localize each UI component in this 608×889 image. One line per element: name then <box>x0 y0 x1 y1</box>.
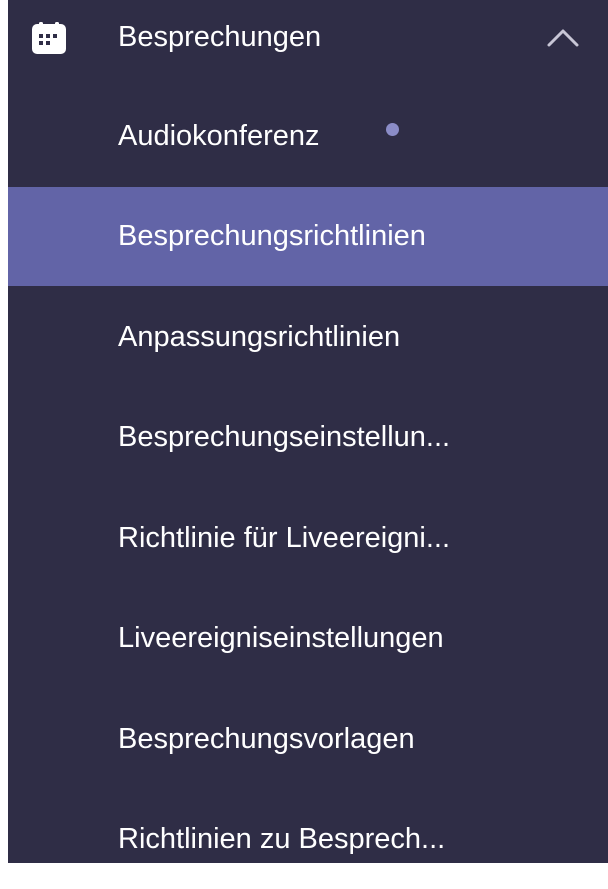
section-header-meetings[interactable]: Besprechungen <box>8 0 608 78</box>
chevron-up-icon[interactable] <box>546 26 580 48</box>
section-label: Besprechungen <box>118 21 322 53</box>
nav-item-label: Besprechungsvorlagen <box>118 723 415 755</box>
nav-item-label: Liveereigniseinstellungen <box>118 622 444 654</box>
nav-item-label: Richtlinie für Liveereigni... <box>118 522 451 554</box>
nav-item-meeting-template-policies[interactable]: Richtlinien zu Besprech... <box>8 790 608 889</box>
nav-item-label: Besprechungsrichtlinien <box>118 220 426 252</box>
nav-item-live-event-settings[interactable]: Liveereigniseinstellungen <box>8 589 608 688</box>
nav-item-customization-policies[interactable]: Anpassungsrichtlinien <box>8 288 608 387</box>
new-badge-dot <box>386 123 399 136</box>
nav-item-live-event-policies[interactable]: Richtlinie für Liveereigni... <box>8 489 608 588</box>
nav-item-meeting-settings[interactable]: Besprechungseinstellun... <box>8 388 608 487</box>
nav-item-label: Besprechungseinstellun... <box>118 421 451 453</box>
nav-item-label: Audiokonferenz <box>118 120 320 152</box>
nav-item-audio-conferencing[interactable]: Audiokonferenz <box>8 87 608 186</box>
nav-item-meeting-templates[interactable]: Besprechungsvorlagen <box>8 690 608 789</box>
calendar-icon <box>32 22 66 54</box>
nav-item-label: Anpassungsrichtlinien <box>118 321 401 353</box>
nav-item-label: Richtlinien zu Besprech... <box>118 823 446 855</box>
settings-nav-panel: Besprechungen Audiokonferenz Besprechung… <box>8 0 608 863</box>
nav-item-meeting-policies[interactable]: Besprechungsrichtlinien <box>8 187 608 286</box>
